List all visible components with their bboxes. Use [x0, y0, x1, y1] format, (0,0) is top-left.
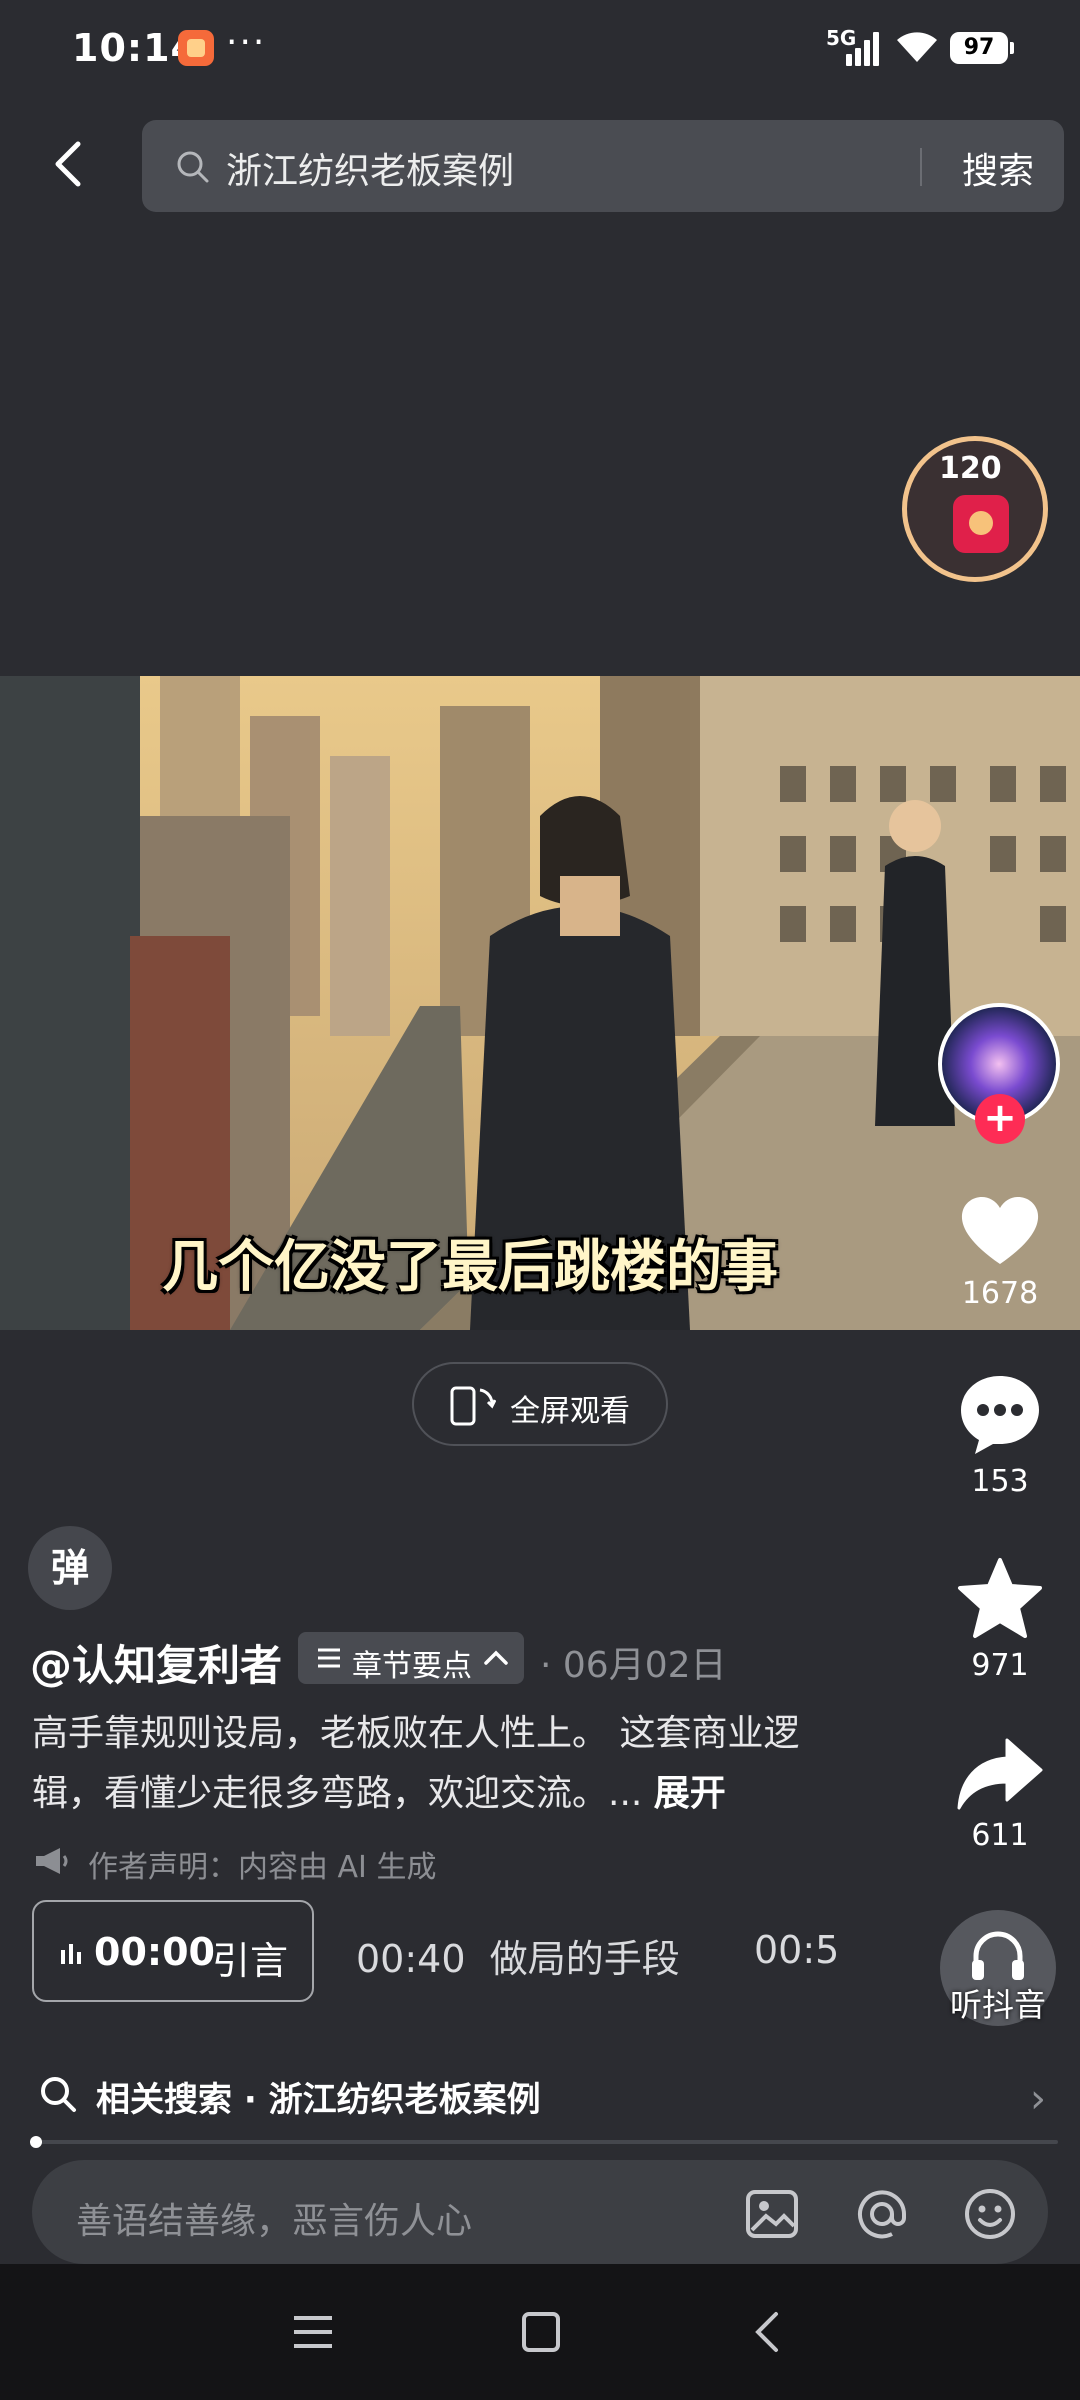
headphones-icon: [972, 1931, 1024, 1980]
at-icon[interactable]: [854, 2186, 910, 2242]
progress-handle[interactable]: [30, 2136, 42, 2148]
video-progress-bar[interactable]: [32, 2140, 1058, 2144]
chapter-time: 00:00: [94, 1930, 215, 1974]
listen-label: 听抖音: [949, 1986, 1046, 2024]
share-count: 611: [971, 1818, 1029, 1853]
chevron-up-icon: [484, 1650, 508, 1665]
chapter-time: 00:40: [356, 1937, 466, 1981]
comment-button[interactable]: 153: [940, 1372, 1060, 1499]
search-divider: [920, 148, 922, 186]
share-button[interactable]: 611: [940, 1736, 1060, 1853]
audio-bars-icon: [61, 1944, 81, 1964]
nav-back-icon[interactable]: [744, 2310, 794, 2354]
share-icon: [957, 1738, 1043, 1810]
red-packet-widget[interactable]: 120: [902, 436, 1048, 582]
chapter-title: 引言: [212, 1939, 289, 1983]
like-count: 1678: [961, 1276, 1039, 1311]
comment-icon: [961, 1376, 1039, 1454]
fullscreen-label: 全屏观看: [510, 1394, 630, 1429]
danmaku-toggle[interactable]: 弹: [28, 1526, 112, 1610]
red-packet-icon: [953, 495, 1009, 553]
related-search-row[interactable]: 相关搜索 · 浙江纺织老板案例 ›: [0, 2060, 1080, 2140]
back-icon[interactable]: [42, 136, 98, 192]
post-description[interactable]: 高手靠规则设局，老板败在人性上。 这套商业逻辑，看懂少走很多弯路，欢迎交流。..…: [32, 1704, 852, 1824]
wifi-icon: [897, 32, 937, 62]
app-screen: 10:14 ··· 5G 97 浙江纺织老板案例 搜索 120 几个亿没了最后跳…: [0, 0, 1080, 2400]
author-name[interactable]: @认知复利者: [30, 1632, 282, 1693]
system-nav-bar: [0, 2264, 1080, 2400]
image-icon[interactable]: [744, 2186, 800, 2242]
status-bar: 10:14 ··· 5G 97: [0, 0, 1080, 100]
emoji-icon[interactable]: [962, 2186, 1018, 2242]
chapter-item[interactable]: 00:40 做局的手段: [356, 1928, 680, 1983]
search-icon: [177, 151, 209, 183]
chapter-title: 做局的手段: [489, 1937, 680, 1981]
video-caption: 几个亿没了最后跳楼的事: [162, 1235, 778, 1300]
comment-count: 153: [971, 1464, 1029, 1499]
comment-placeholder: 善语结善缘，恶言伤人心: [76, 2201, 473, 2242]
search-icon: [41, 2077, 76, 2112]
more-notifications-dots: ···: [226, 22, 267, 63]
expand-link[interactable]: 展开: [654, 1773, 726, 1814]
chapter-item-active[interactable]: 00:00 引言: [32, 1900, 314, 2002]
list-icon: [318, 1648, 340, 1668]
search-query[interactable]: 浙江纺织老板案例: [226, 142, 514, 194]
search-button[interactable]: 搜索: [962, 142, 1034, 194]
megaphone-icon: [36, 1848, 68, 1874]
menu-icon[interactable]: [288, 2310, 338, 2354]
follow-button[interactable]: +: [975, 1094, 1025, 1144]
favorite-count: 971: [971, 1648, 1029, 1683]
battery-indicator: 97: [950, 32, 1014, 64]
chapter-chip-label: 章节要点: [352, 1649, 472, 1684]
search-bar[interactable]: 浙江纺织老板案例 搜索: [142, 120, 1064, 212]
comment-input[interactable]: 善语结善缘，恶言伤人心: [32, 2160, 1048, 2264]
star-icon: [958, 1558, 1042, 1638]
heart-icon: [961, 1196, 1039, 1264]
post-date: · 06月02日: [540, 1645, 727, 1686]
home-icon[interactable]: [516, 2310, 566, 2354]
fullscreen-button[interactable]: 全屏观看: [412, 1362, 668, 1446]
coin-count: 120: [939, 451, 1002, 486]
rotate-screen-icon: [450, 1386, 496, 1426]
like-button[interactable]: 1678: [940, 1190, 1060, 1311]
chapter-item[interactable]: 00:5: [754, 1928, 839, 1972]
favorite-button[interactable]: 971: [940, 1556, 1060, 1683]
signal-icon: [842, 30, 882, 66]
app-notification-icon: [178, 30, 214, 66]
related-search-label: 相关搜索 · 浙江纺织老板案例: [96, 2080, 541, 2120]
chevron-right-icon: ›: [1030, 2076, 1046, 2122]
chapter-points-chip[interactable]: 章节要点: [298, 1632, 524, 1684]
disclaimer-text: 作者声明：内容由 AI 生成: [88, 1850, 437, 1885]
chapter-time: 00:5: [754, 1928, 840, 1972]
